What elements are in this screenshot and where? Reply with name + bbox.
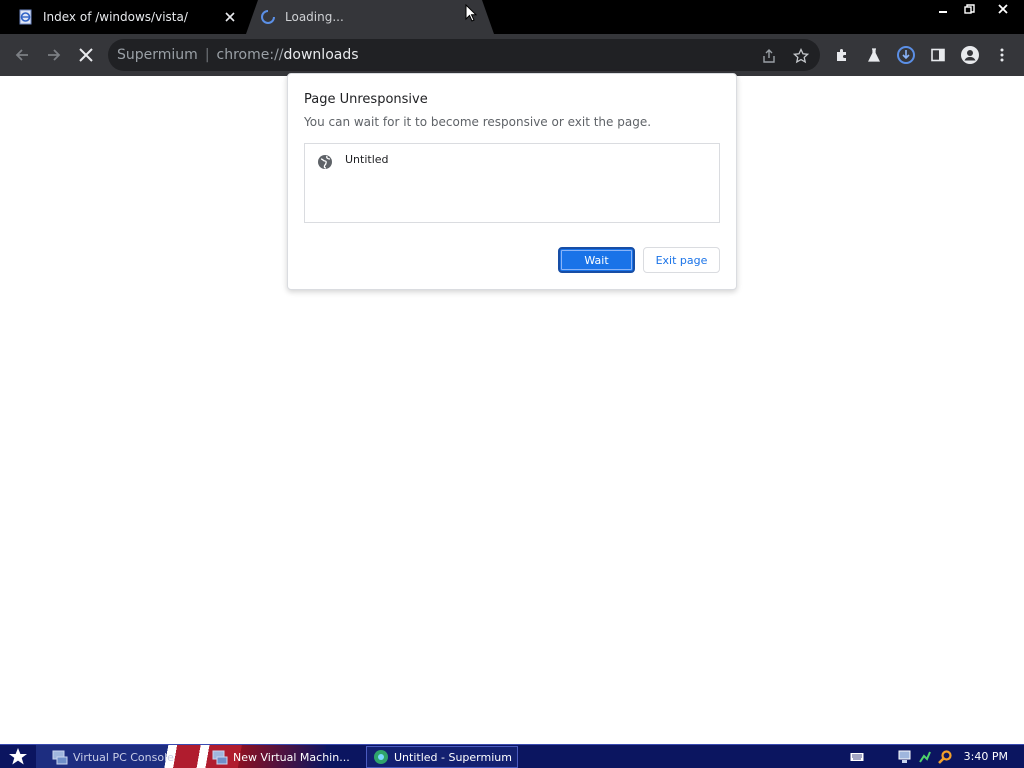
minimize-icon[interactable] bbox=[930, 0, 956, 18]
stop-loading-icon[interactable] bbox=[74, 43, 98, 67]
tab-index-of-vista[interactable]: Index of /windows/vista/ bbox=[0, 0, 246, 34]
virtual-pc-icon bbox=[52, 749, 68, 765]
close-icon[interactable] bbox=[222, 9, 238, 25]
dialog-message: You can wait for it to become responsive… bbox=[304, 115, 652, 129]
back-arrow-icon[interactable] bbox=[10, 43, 34, 67]
globe-icon bbox=[317, 154, 333, 170]
omnibox-url-scheme: chrome:// bbox=[216, 47, 284, 63]
supermium-icon bbox=[373, 749, 389, 765]
taskbar-clock: 3:40 PM bbox=[963, 750, 1008, 763]
system-tray: 3:40 PM bbox=[846, 745, 1024, 768]
keyboard-icon[interactable] bbox=[848, 748, 866, 766]
tab-title: Index of /windows/vista/ bbox=[43, 10, 188, 24]
exit-page-button[interactable]: Exit page bbox=[643, 247, 720, 273]
taskbar-item-label: New Virtual Machin... bbox=[233, 750, 350, 764]
side-panel-icon[interactable] bbox=[928, 45, 948, 65]
virtual-pc-icon bbox=[212, 749, 228, 765]
page-title: Untitled bbox=[345, 153, 389, 166]
loading-spinner-icon bbox=[260, 9, 276, 25]
network-computer-icon[interactable] bbox=[896, 748, 914, 766]
taskbar-item-virtual-pc-console[interactable]: Virtual PC Console bbox=[46, 746, 202, 768]
labs-flask-icon[interactable] bbox=[864, 45, 884, 65]
taskbar-item-new-virtual-machine[interactable]: New Virtual Machin... bbox=[206, 746, 362, 768]
search-magnifier-icon[interactable] bbox=[936, 748, 954, 766]
omnibox-url-host: downloads bbox=[283, 47, 359, 63]
address-bar[interactable]: Supermium | chrome://downloads bbox=[108, 39, 820, 71]
taskbar-item-label: Virtual PC Console bbox=[73, 750, 174, 764]
forward-arrow-icon[interactable] bbox=[42, 43, 66, 67]
bookmark-star-icon[interactable] bbox=[792, 47, 810, 65]
extensions-puzzle-icon[interactable] bbox=[832, 45, 852, 65]
downloads-progress-icon[interactable] bbox=[896, 45, 916, 65]
window-close-icon[interactable] bbox=[982, 0, 1024, 18]
omnibox-separator: | bbox=[204, 47, 210, 63]
safely-remove-hardware-icon[interactable] bbox=[916, 748, 934, 766]
start-star-icon[interactable] bbox=[4, 747, 32, 767]
unresponsive-pages-list: Untitled bbox=[304, 143, 720, 223]
taskbar-item-supermium[interactable]: Untitled - Supermium bbox=[366, 746, 518, 768]
mouse-cursor-icon bbox=[465, 4, 477, 22]
list-item: Untitled bbox=[317, 149, 389, 170]
taskbar: Virtual PC Console New Virtual Machin...… bbox=[0, 744, 1024, 768]
tab-strip: Index of /windows/vista/ Loading... bbox=[0, 0, 1024, 34]
omnibox-brand: Supermium bbox=[117, 47, 198, 63]
browser-toolbar: Supermium | chrome://downloads bbox=[0, 34, 1024, 76]
more-menu-icon[interactable] bbox=[992, 45, 1012, 65]
window-controls bbox=[930, 0, 1024, 18]
page-unresponsive-dialog: Page Unresponsive You can wait for it to… bbox=[287, 73, 737, 290]
restore-icon[interactable] bbox=[956, 0, 982, 18]
ie-page-icon bbox=[18, 9, 34, 25]
wait-button[interactable]: Wait bbox=[558, 247, 635, 273]
tab-title: Loading... bbox=[285, 10, 344, 24]
taskbar-item-label: Untitled - Supermium bbox=[394, 750, 512, 764]
profile-avatar-icon[interactable] bbox=[960, 45, 980, 65]
dialog-title: Page Unresponsive bbox=[304, 92, 428, 107]
share-icon[interactable] bbox=[760, 47, 778, 65]
tab-loading[interactable]: Loading... bbox=[246, 0, 494, 34]
